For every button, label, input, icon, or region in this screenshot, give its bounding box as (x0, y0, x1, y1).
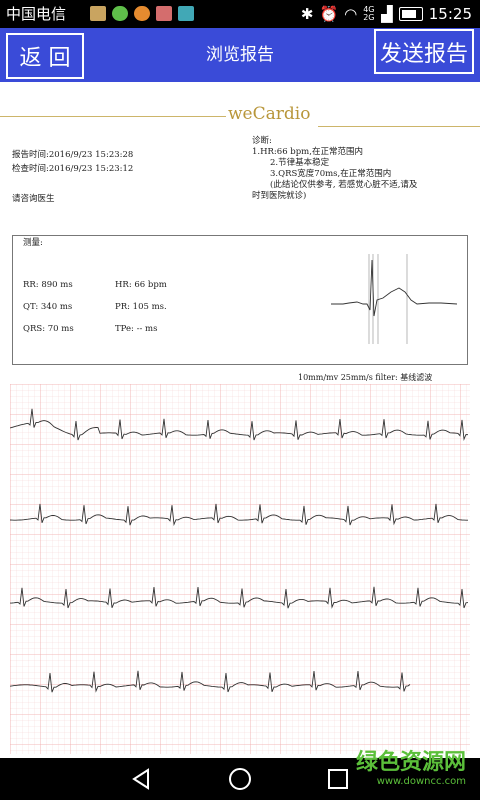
diagnosis-line-3: 3.QRS宽度70ms,在正常范围内 (270, 169, 392, 179)
notification-icon-5 (178, 6, 194, 21)
watermark-url: www.downcc.com (376, 776, 466, 787)
watermark-name: 绿色资源网 (355, 750, 466, 775)
signal-icon: ▟ (381, 5, 393, 23)
send-report-button[interactable]: 发送报告 (374, 29, 474, 74)
ecg-grid (10, 384, 470, 754)
bluetooth-icon: ✱ (300, 5, 314, 23)
battery-icon (398, 7, 423, 21)
rr-value: RR: 890 ms (23, 280, 73, 290)
hr-value: HR: 66 bpm (115, 280, 167, 290)
app-bar: 浏览报告 返 回 发送报告 (0, 28, 480, 82)
average-beat-chart (331, 254, 458, 344)
brand-line-left (0, 116, 226, 117)
recent-square-icon[interactable] (327, 768, 349, 790)
ecg-parameters: 10mm/mv 25mm/s filter: 基线滤波 (298, 373, 433, 382)
diagnosis-line-1: 1.HR:66 bpm,在正常范围内 (252, 147, 363, 157)
diagnosis-line-2: 2.节律基本稳定 (270, 158, 330, 168)
diagnosis-line-4: (此结论仅供参考, 若感觉心脏不适,请及 (270, 180, 418, 190)
watermark: 绿色资源网 www.downcc.com (356, 744, 466, 787)
pr-value: PR: 105 ms. (115, 302, 167, 312)
network-type: 4G 2G (363, 5, 375, 22)
measurement-box: 测量: RR: 890 ms HR: 66 bpm QT: 340 ms PR:… (12, 235, 468, 365)
measure-title: 测量: (23, 238, 43, 248)
qrs-value: QRS: 70 ms (23, 324, 74, 334)
doctor-note: 请咨询医生 (12, 194, 55, 204)
wifi-icon: ◠ (344, 5, 358, 23)
diagnosis-line-5: 时到医院就诊) (252, 191, 307, 201)
average-beat-trace (331, 259, 458, 317)
report-view[interactable]: weCardio 报告时间:2016/9/23 15:23:28 检查时间:20… (0, 82, 480, 758)
back-button[interactable]: 返 回 (6, 33, 84, 79)
check-time: 检查时间:2016/9/23 15:23:12 (12, 164, 134, 174)
qt-value: QT: 340 ms (23, 302, 73, 312)
status-bar: 中国电信 ✱ ⏰ ◠ 4G 2G ▟ 15:25 (0, 0, 480, 28)
notification-icon-1 (90, 6, 106, 21)
weibo-icon (134, 6, 150, 21)
clock: 15:25 (428, 5, 472, 23)
wechat-icon (112, 6, 128, 21)
diagnosis-title: 诊断: (252, 136, 272, 146)
notification-icon-4 (156, 6, 172, 21)
back-triangle-icon[interactable] (130, 767, 154, 791)
home-circle-icon[interactable] (227, 766, 253, 792)
brand-name: weCardio (228, 104, 311, 124)
report-time: 报告时间:2016/9/23 15:23:28 (12, 150, 134, 160)
tpe-value: TPe: -- ms (115, 324, 158, 334)
carrier-name: 中国电信 (6, 5, 67, 23)
status-right: ✱ ⏰ ◠ 4G 2G ▟ 15:25 (301, 4, 472, 24)
alarm-icon: ⏰ (319, 5, 339, 23)
ecg-strip (10, 384, 470, 754)
brand-line-right (318, 126, 480, 127)
